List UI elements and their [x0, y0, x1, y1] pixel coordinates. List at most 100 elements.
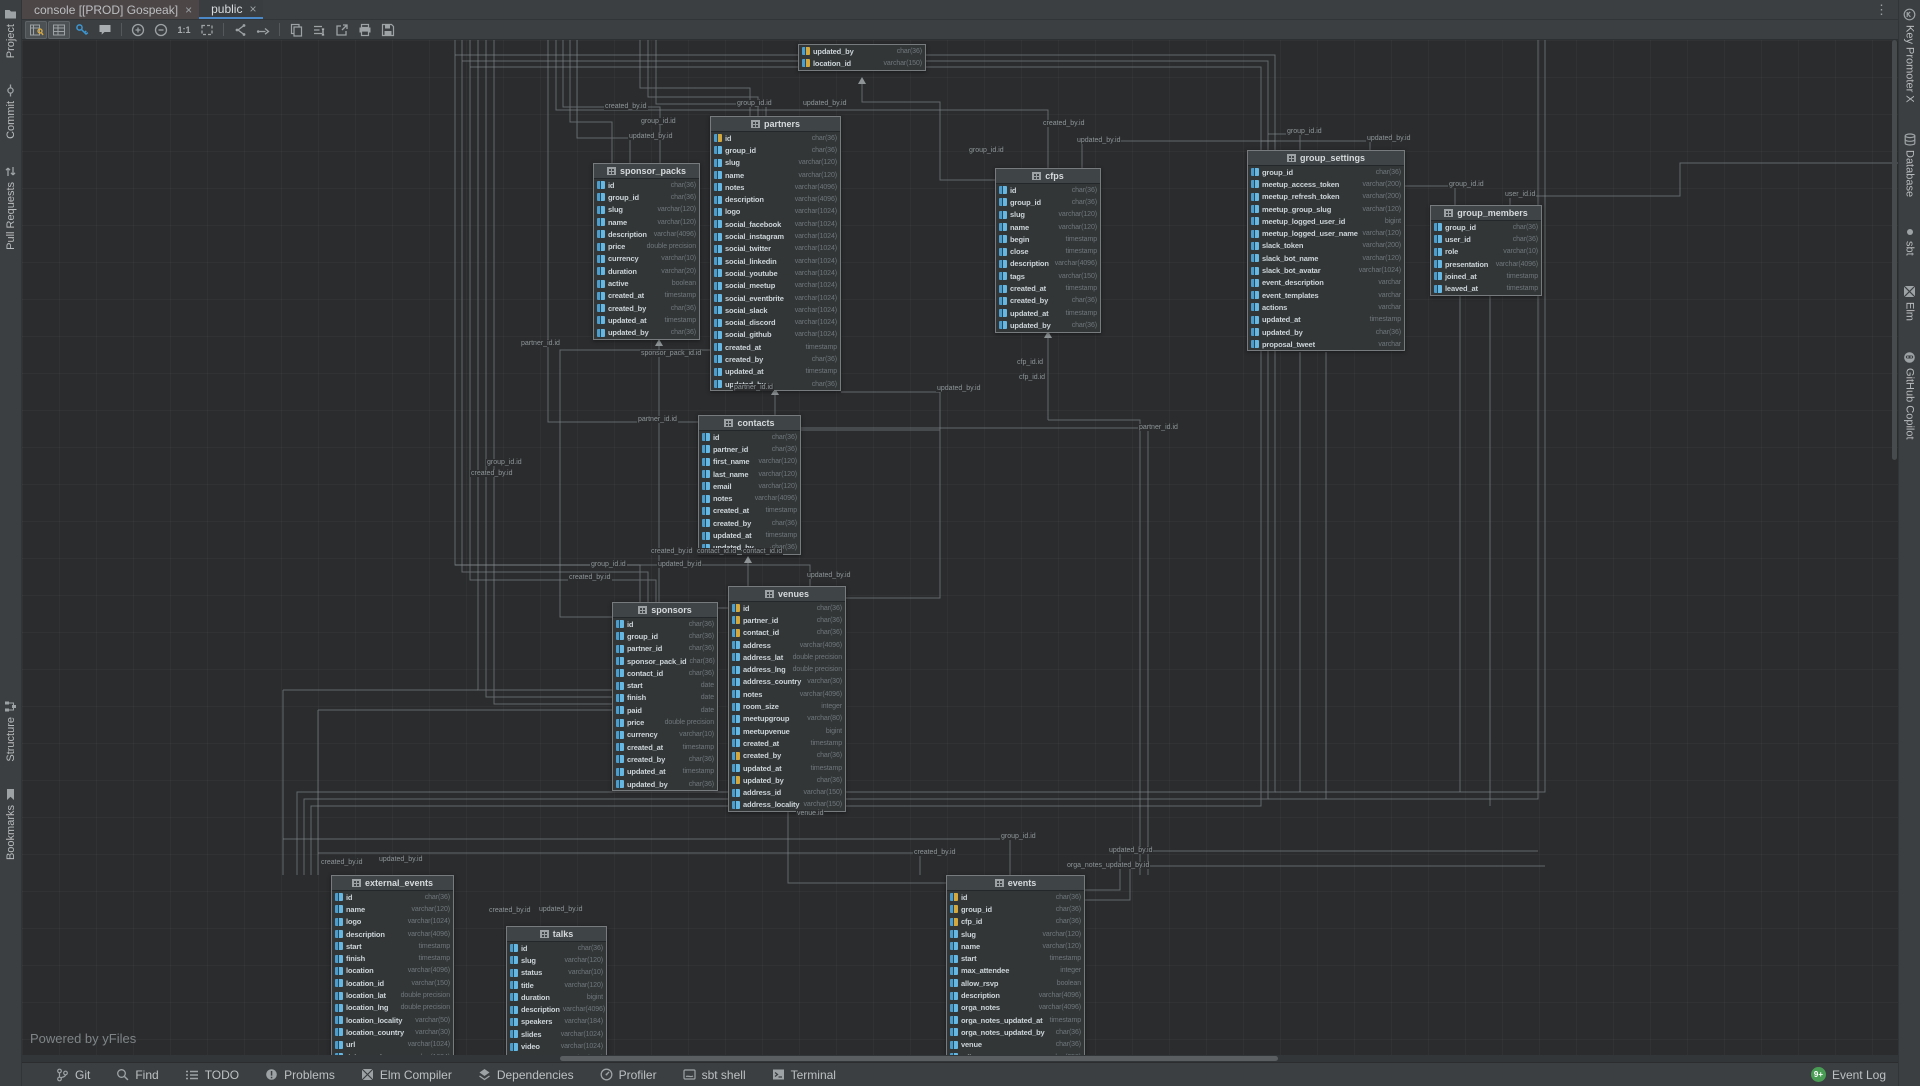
- zoom-in-button[interactable]: [127, 21, 149, 39]
- key-promoter-icon: [1903, 8, 1916, 21]
- statusbar-dependencies[interactable]: Dependencies: [478, 1068, 574, 1082]
- tool-button-sbt[interactable]: sbt: [1904, 227, 1916, 256]
- tool-button-structure[interactable]: Structure: [4, 700, 17, 762]
- edge-label: group_id.id: [1286, 128, 1323, 135]
- edge-label: created_by.id: [650, 548, 694, 555]
- bookmark-icon: [5, 788, 16, 801]
- tool-button-pull-requests[interactable]: Pull Requests: [4, 165, 17, 250]
- apply-layout-button[interactable]: [252, 21, 274, 39]
- toolbar-separator: [279, 23, 280, 36]
- database-icon: [1904, 133, 1916, 146]
- tab-public[interactable]: public×: [199, 0, 263, 19]
- tool-button-elm[interactable]: Elm: [1903, 285, 1916, 321]
- tool-button-project[interactable]: Project: [4, 8, 17, 58]
- toolbar-separator: [223, 23, 224, 36]
- edge-label: created_by.id: [488, 907, 532, 914]
- sbt-icon: [683, 1068, 696, 1081]
- statusbar-elm-compiler[interactable]: Elm Compiler: [361, 1068, 452, 1082]
- show-comments-button[interactable]: [94, 21, 116, 39]
- edge-label: updated_by.id: [538, 906, 583, 913]
- statusbar-event-log[interactable]: 9+Event Log: [1811, 1067, 1886, 1082]
- pull-request-icon: [4, 165, 17, 178]
- edit-properties-button[interactable]: [308, 21, 330, 39]
- diagram-toolbar: 1:1: [22, 20, 1898, 40]
- tool-button-label: sbt: [1904, 241, 1916, 256]
- edge-label: group_id.id: [968, 147, 1005, 154]
- copy-diagram-button[interactable]: [285, 21, 307, 39]
- comment-icon: [98, 23, 112, 36]
- print-button[interactable]: [354, 21, 376, 39]
- fit-content-button[interactable]: [196, 21, 218, 39]
- table-grid-icon: [52, 23, 66, 37]
- show-keys-button[interactable]: [71, 21, 93, 39]
- actual-size-label: 1:1: [177, 25, 190, 35]
- statusbar-label: Find: [135, 1068, 158, 1082]
- horizontal-scrollbar-thumb[interactable]: [560, 1056, 1278, 1061]
- edge-label: updated_by.id: [802, 100, 847, 107]
- diagram-canvas[interactable]: updated_bychar(36)location_idvarchar(150…: [22, 40, 1898, 1062]
- event-log-badge-icon: 9+: [1811, 1067, 1826, 1082]
- actual-size-button[interactable]: 1:1: [173, 21, 195, 39]
- tool-button-bookmarks[interactable]: Bookmarks: [5, 788, 17, 860]
- edge-label: cfp_id.id: [1016, 359, 1044, 366]
- terminal-icon: [772, 1068, 785, 1081]
- dot-icon: [1905, 227, 1915, 237]
- statusbar-todo[interactable]: TODO: [185, 1068, 239, 1082]
- statusbar-profiler[interactable]: Profiler: [600, 1068, 657, 1082]
- layout-button[interactable]: [229, 21, 251, 39]
- tool-button-key-promoter-x[interactable]: Key Promoter X: [1903, 8, 1916, 103]
- statusbar-sbt-shell[interactable]: sbt shell: [683, 1068, 746, 1082]
- statusbar-label: sbt shell: [702, 1068, 746, 1082]
- statusbar-label: TODO: [205, 1068, 239, 1082]
- export-button[interactable]: [331, 21, 353, 39]
- diagram-columns-toggle[interactable]: [48, 21, 70, 39]
- edit-lines-icon: [312, 23, 326, 37]
- edge-label: created_by.id: [568, 574, 612, 581]
- edge-label: created_by.id: [320, 859, 364, 866]
- table-key-icon: [29, 23, 44, 37]
- statusbar-label: Profiler: [619, 1068, 657, 1082]
- tool-button-github-copilot[interactable]: GitHub Copilot: [1903, 351, 1916, 440]
- statusbar-git[interactable]: Git: [56, 1068, 90, 1082]
- edge-label: updated_by.id: [657, 561, 702, 568]
- search-icon: [116, 1068, 129, 1081]
- editor-area: console [[PROD] Gospeak]×public× ⋮ 1:1: [22, 0, 1898, 1086]
- diagram-structure-toggle[interactable]: [25, 21, 47, 39]
- edge-label: partner_id.id: [520, 340, 561, 347]
- vertical-scrollbar-thumb[interactable]: [1892, 40, 1897, 460]
- tool-button-database[interactable]: Database: [1904, 133, 1916, 197]
- zoom-out-icon: [154, 23, 168, 37]
- right-tool-strip: Key Promoter X Database sbt Elm GitHub Copil…: [1898, 0, 1920, 1086]
- edge-label: partner_id.id: [1138, 424, 1179, 431]
- tool-button-label: Database: [1904, 150, 1916, 197]
- tab-console-prod-gospeak[interactable]: console [[PROD] Gospeak]×: [22, 0, 199, 19]
- tool-button-commit[interactable]: Commit: [4, 84, 17, 139]
- statusbar-label: Elm Compiler: [380, 1068, 452, 1082]
- edge-label: group_id.id: [1448, 181, 1485, 188]
- arrow-right-icon: [256, 23, 270, 36]
- zoom-out-button[interactable]: [150, 21, 172, 39]
- profiler-icon: [600, 1068, 613, 1081]
- more-icon[interactable]: ⋮: [1865, 0, 1898, 19]
- edge-label: updated_by.id: [1076, 137, 1121, 144]
- statusbar-label: Dependencies: [497, 1068, 574, 1082]
- tool-button-label: GitHub Copilot: [1904, 368, 1916, 440]
- statusbar-problems[interactable]: Problems: [265, 1068, 335, 1082]
- edge-label: created_by.id: [1042, 120, 1086, 127]
- horizontal-scrollbar: [22, 1055, 1898, 1062]
- close-icon[interactable]: ×: [185, 3, 192, 17]
- tool-button-label: Project: [5, 24, 17, 58]
- tab-bar: console [[PROD] Gospeak]×public× ⋮: [22, 0, 1898, 20]
- edge-label: orga_notes_updated_by.id: [1066, 862, 1150, 869]
- edge-label: updated_by.id: [1366, 135, 1411, 142]
- close-icon[interactable]: ×: [249, 2, 256, 16]
- ide-window: Project Commit Pull Requests Structure Bookm…: [0, 0, 1920, 1086]
- edge-label: updated_by.id: [378, 856, 423, 863]
- statusbar-find[interactable]: Find: [116, 1068, 158, 1082]
- save-button[interactable]: [377, 21, 399, 39]
- print-icon: [358, 23, 372, 37]
- statusbar-terminal[interactable]: Terminal: [772, 1068, 836, 1082]
- git-branch-icon: [56, 1068, 69, 1082]
- copy-icon: [290, 23, 303, 37]
- elm-icon: [361, 1068, 374, 1081]
